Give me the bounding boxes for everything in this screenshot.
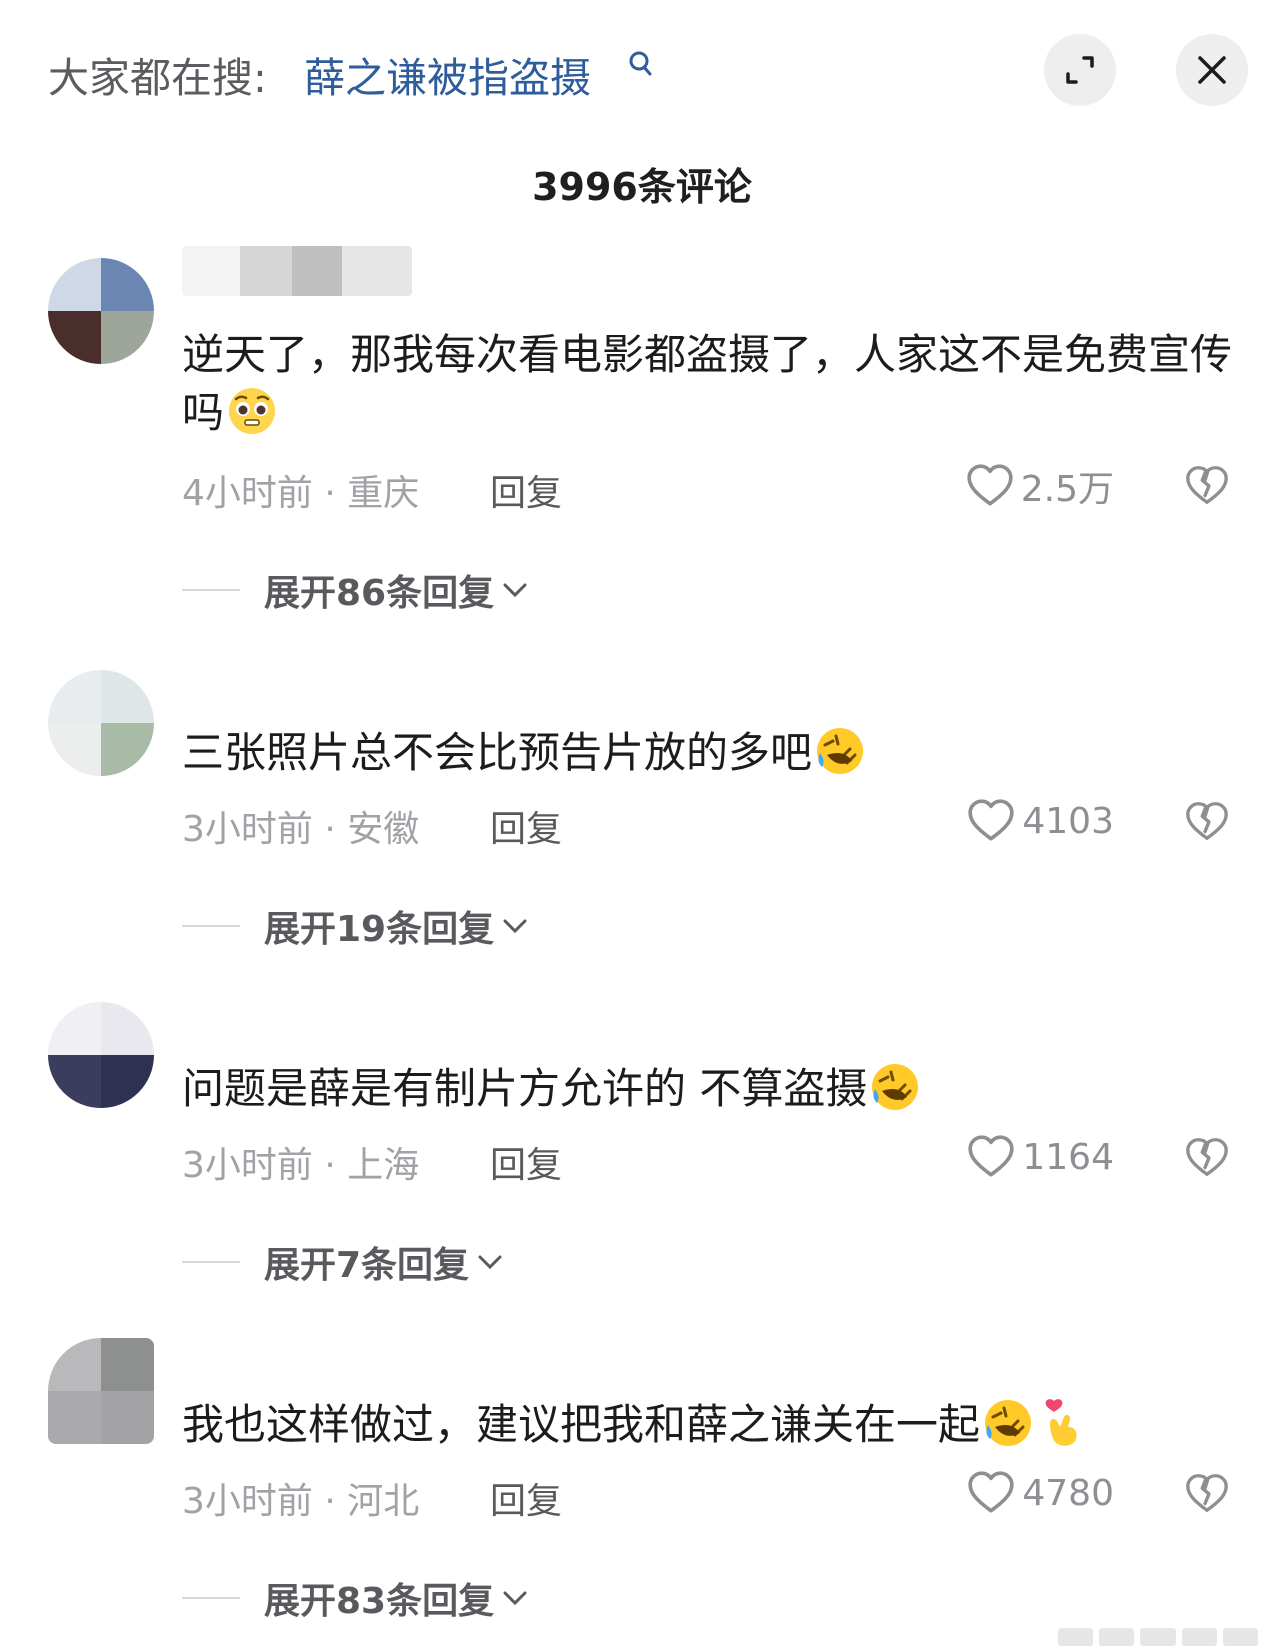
divider-line [182, 589, 240, 591]
like-button[interactable]: 2.5万 [965, 460, 1114, 512]
heart-icon [966, 1132, 1016, 1182]
expand-icon [1066, 56, 1094, 84]
reply-button[interactable]: 回复 [490, 1136, 562, 1188]
avatar[interactable] [48, 1002, 154, 1108]
top-bar: 大家都在搜: 薛之谦被指盗摄 3996条评论 [0, 0, 1284, 209]
comment-text: 问题是薛是有制片方允许的 不算盗摄 [182, 1060, 1232, 1118]
expand-button[interactable] [1044, 34, 1116, 106]
like-button[interactable]: 4780 [966, 1468, 1114, 1518]
like-button[interactable]: 4103 [966, 796, 1114, 846]
comments-count: 3996条评论 [532, 165, 752, 209]
chevron-down-icon [478, 1255, 502, 1270]
reply-button[interactable]: 回复 [490, 464, 562, 516]
like-button[interactable]: 1164 [966, 1132, 1114, 1182]
avatar[interactable] [48, 258, 154, 364]
like-count: 4780 [1022, 1472, 1114, 1514]
rolling-on-floor-laughing-icon [869, 1061, 921, 1113]
heart-icon [966, 1468, 1016, 1518]
divider-line [182, 1261, 240, 1263]
dislike-button-icon[interactable] [1184, 798, 1230, 844]
rolling-on-floor-laughing-icon [814, 725, 866, 777]
heart-icon [966, 796, 1016, 846]
username[interactable] [182, 246, 412, 296]
time-location: 3小时前 · 河北 [182, 1481, 420, 1522]
expand-replies-label: 展开19条回复 [264, 909, 495, 950]
pleading-face-icon [226, 385, 278, 437]
reply-button[interactable]: 回复 [490, 1472, 562, 1524]
close-button[interactable] [1176, 34, 1248, 106]
reply-button[interactable]: 回复 [490, 800, 562, 852]
time-location: 3小时前 · 上海 [182, 1145, 420, 1186]
expand-replies-label: 展开86条回复 [264, 573, 495, 614]
dislike-button-icon[interactable] [1184, 1470, 1230, 1516]
heart-icon [965, 461, 1015, 511]
like-count: 4103 [1022, 800, 1114, 842]
divider-line [182, 925, 240, 927]
close-icon [1198, 56, 1226, 84]
chevron-down-icon [503, 1591, 527, 1606]
trending-search-link[interactable]: 薛之谦被指盗摄 [304, 44, 591, 104]
trending-search-prefix: 大家都在搜: [48, 54, 267, 102]
comment-text: 三张照片总不会比预告片放的多吧 [182, 724, 1232, 782]
avatar[interactable] [48, 1338, 154, 1444]
expand-replies-button[interactable]: 展开7条回复 [182, 1236, 505, 1288]
like-count: 1164 [1022, 1136, 1114, 1178]
search-icon[interactable] [628, 50, 654, 80]
expand-replies-label: 展开83条回复 [264, 1581, 495, 1622]
rolling-on-floor-laughing-icon [982, 1397, 1034, 1449]
expand-replies-button[interactable]: 展开19条回复 [182, 900, 530, 952]
finger-heart-icon [1036, 1397, 1088, 1449]
expand-replies-label: 展开7条回复 [264, 1245, 470, 1286]
watermark [1058, 1628, 1259, 1646]
dislike-button-icon[interactable] [1184, 462, 1230, 508]
chevron-down-icon [503, 919, 527, 934]
expand-replies-button[interactable]: 展开83条回复 [182, 1572, 530, 1624]
like-count: 2.5万 [1020, 469, 1114, 510]
comment-body: 问题是薛是有制片方允许的 不算盗摄 [182, 1064, 868, 1113]
comment-body: 逆天了，那我每次看电影都盗摄了，人家这不是免费宣传吗 [182, 330, 1233, 437]
comment-body: 三张照片总不会比预告片放的多吧 [182, 728, 813, 777]
dislike-button-icon[interactable] [1184, 1134, 1230, 1180]
comment-text: 我也这样做过，建议把我和薛之谦关在一起 [182, 1396, 1232, 1454]
expand-replies-button[interactable]: 展开86条回复 [182, 564, 530, 616]
comment-text: 逆天了，那我每次看电影都盗摄了，人家这不是免费宣传吗 [182, 326, 1232, 442]
avatar[interactable] [48, 670, 154, 776]
comment-body: 我也这样做过，建议把我和薛之谦关在一起 [182, 1400, 981, 1449]
time-location: 3小时前 · 安徽 [182, 809, 420, 850]
divider-line [182, 1597, 240, 1599]
chevron-down-icon [503, 583, 527, 598]
time-location: 4小时前 · 重庆 [182, 473, 420, 514]
